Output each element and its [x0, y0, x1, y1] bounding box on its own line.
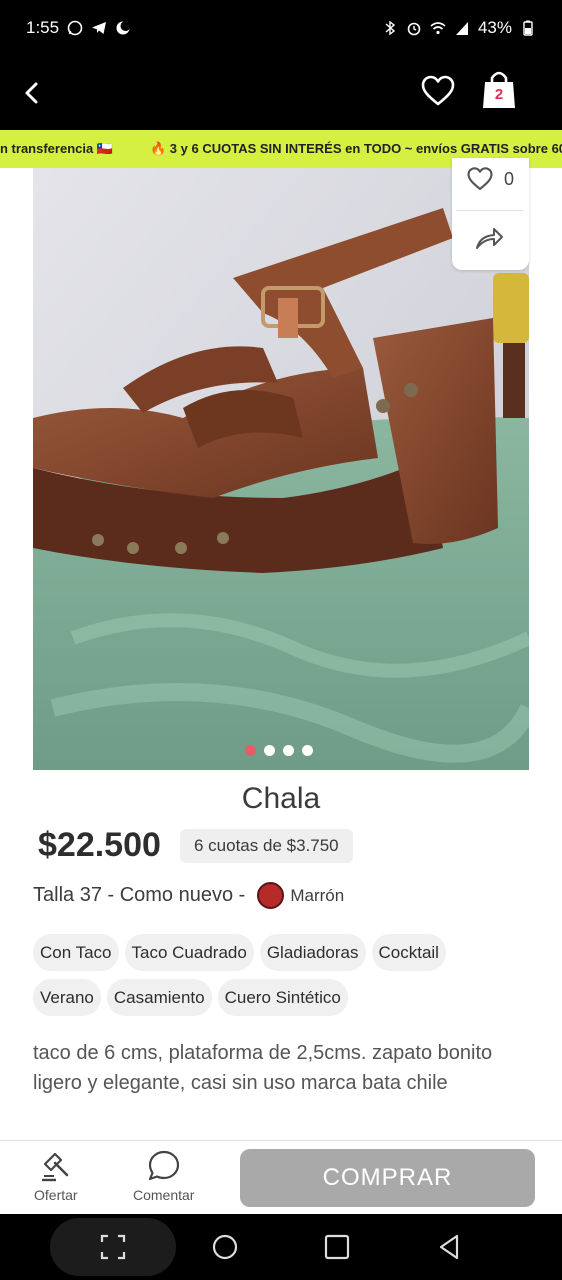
tag-row-1: Con Taco Taco Cuadrado Gladiadoras Cockt… — [33, 934, 533, 971]
comment-label: Comentar — [133, 1187, 195, 1203]
home-circle-icon[interactable] — [208, 1230, 242, 1264]
cart-count-badge: 2 — [494, 86, 504, 103]
buy-button[interactable]: COMPRAR — [240, 1149, 535, 1207]
tag-chip[interactable]: Con Taco — [33, 934, 119, 971]
product-title: Chala — [241, 782, 321, 815]
image-floating-actions: 0 — [452, 158, 529, 270]
tag-chip[interactable]: Cocktail — [371, 934, 446, 971]
page-dot-3[interactable] — [283, 745, 294, 756]
whatsapp-icon — [67, 20, 83, 36]
product-description: taco de 6 cms, plataforma de 2,5cms. zap… — [33, 1042, 493, 1094]
product-price: $22.500 — [38, 826, 161, 864]
color-swatch — [257, 882, 285, 909]
page-dot-2[interactable] — [264, 745, 275, 756]
status-bar: 1:55 43% — [0, 0, 562, 56]
signal-icon — [455, 22, 468, 35]
screenshot-icon[interactable] — [96, 1230, 130, 1264]
installments-badge: 6 cuotas de $3.750 — [180, 829, 353, 863]
alarm-icon — [407, 22, 421, 36]
status-right: 43% — [382, 18, 536, 38]
wifi-icon — [430, 22, 446, 35]
like-button[interactable]: 0 — [466, 166, 514, 192]
offer-button[interactable]: Ofertar — [34, 1149, 78, 1203]
comment-button[interactable]: Comentar — [133, 1149, 194, 1203]
recents-square-icon[interactable] — [320, 1230, 354, 1264]
nav-back-triangle-icon[interactable] — [432, 1230, 466, 1264]
tag-chip[interactable]: Verano — [33, 979, 101, 1016]
color-name: Marrón — [290, 885, 345, 905]
page-dot-4[interactable] — [302, 745, 313, 756]
image-pagination — [245, 745, 313, 756]
promo-text-1: n transferencia 🇨🇱 — [0, 141, 114, 156]
like-count: 0 — [504, 168, 515, 189]
chat-bubble-icon — [148, 1150, 179, 1181]
cart-button[interactable]: 2 — [482, 70, 516, 110]
status-time: 1:55 — [26, 18, 60, 37]
gavel-icon — [41, 1152, 69, 1182]
back-arrow-icon[interactable] — [18, 76, 48, 110]
bluetooth-icon — [385, 20, 396, 36]
tag-chip[interactable]: Cuero Sintético — [217, 979, 348, 1016]
battery-icon — [523, 20, 533, 36]
tag-row-2: Verano Casamiento Cuero Sintético — [33, 979, 533, 1016]
favorite-heart-icon[interactable] — [420, 74, 456, 108]
heart-outline-icon — [467, 167, 493, 191]
battery-percent: 43% — [477, 18, 512, 37]
tag-chip[interactable]: Casamiento — [106, 979, 212, 1016]
bottom-action-bar: Ofertar Comentar COMPRAR — [0, 1140, 562, 1214]
moon-icon — [116, 21, 131, 35]
page-dot-1[interactable] — [245, 745, 256, 756]
status-left: 1:55 — [26, 18, 131, 38]
product-meta: Talla 37 - Como nuevo - Marrón — [33, 882, 344, 909]
share-arrow-icon[interactable] — [474, 224, 504, 254]
tag-chip[interactable]: Gladiadoras — [259, 934, 366, 971]
actions-divider — [456, 210, 523, 211]
app-header: 2 — [0, 56, 562, 130]
tag-list: Con Taco Taco Cuadrado Gladiadoras Cockt… — [33, 934, 533, 1024]
size-condition-text: Talla 37 - Como nuevo - — [33, 884, 246, 906]
system-nav-bar — [0, 1214, 562, 1280]
tag-chip[interactable]: Taco Cuadrado — [124, 934, 254, 971]
telegram-icon — [92, 22, 107, 34]
offer-label: Ofertar — [34, 1187, 78, 1203]
